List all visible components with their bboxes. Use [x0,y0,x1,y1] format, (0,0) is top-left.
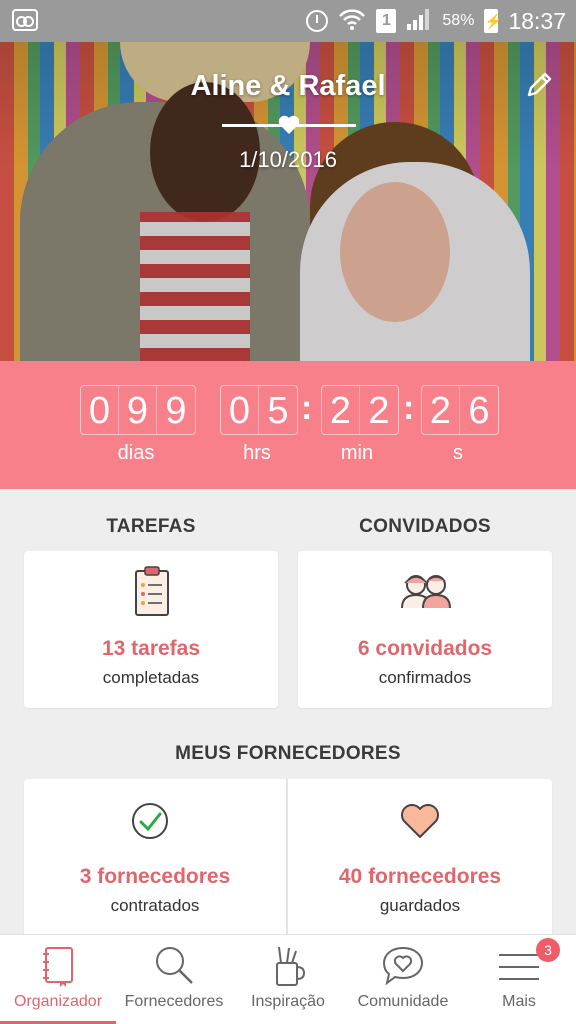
guests-title: CONVIDADOS [359,516,491,537]
pencil-icon[interactable] [524,70,554,100]
battery-percent: 58% [442,12,475,29]
wedding-date: 1/10/2016 [239,147,337,172]
vendors-title: MEUS FORNECEDORES [175,743,401,764]
minutes-label: min [340,442,374,464]
tasks-sub: completadas [102,668,200,687]
nav-label: Comunidade [357,993,449,1010]
signal-icon [406,8,432,35]
countdown: 0 9 9 0 5 : 2 2 : 2 6 [0,361,576,489]
countdown-days: 0 9 9 [80,385,196,435]
cup-icon [266,943,310,987]
hired-vendors-sub: contratados [110,896,200,915]
bottom-nav: Organizador Fornecedores Inspiração Comu… [0,934,576,1024]
countdown-hours: 0 5 [220,385,298,435]
alarm-icon [306,10,329,32]
countdown-minutes: 2 2 [321,385,399,435]
colon: : [301,389,313,427]
hired-vendors[interactable]: 3 fornecedores contratados [24,779,286,935]
saved-vendors[interactable]: 40 fornecedores guardados [288,779,552,935]
tasks-title: TAREFAS [106,516,196,537]
sim-icon: 1 [376,9,397,33]
hired-vendors-count: 3 fornecedores [79,865,231,888]
heart-icon [277,113,301,137]
guests-count: 6 convidados [357,637,493,660]
nav-inspiracao[interactable]: Inspiração [232,935,344,1024]
saved-vendors-count: 40 fornecedores [338,865,502,888]
status-icons: 1 58% ⚡ 18:37 [306,0,566,42]
battery-charging-icon: ⚡ [484,9,502,33]
nav-organizador[interactable]: Organizador [0,935,116,1024]
colon: : [403,389,415,427]
chat-heart-icon [381,943,425,987]
check-circle-icon [130,801,170,841]
notebook-icon [36,943,80,987]
heart-icon [400,803,440,839]
guests-sub: confirmados [378,668,472,687]
couple-name: Aline & Rafael [190,70,386,102]
voicemail-icon [12,9,38,31]
nav-label: Mais [502,993,536,1010]
saved-vendors-sub: guardados [379,896,461,915]
tasks-count: 13 tarefas [101,637,201,660]
seconds-label: s [453,442,463,464]
wifi-icon [338,7,366,36]
nav-comunidade[interactable]: Comunidade [344,935,462,1024]
nav-label: Fornecedores [124,993,224,1010]
search-icon [152,943,196,987]
hours-label: hrs [243,442,271,464]
clock: 18:37 [508,7,566,34]
days-label: dias [117,442,155,464]
clipboard-icon [133,565,171,617]
menu-icon [497,943,541,987]
countdown-seconds: 2 6 [421,385,499,435]
status-bar: 1 58% ⚡ 18:37 [0,0,576,42]
notification-badge: 3 [536,938,560,962]
guests-icon [399,573,453,609]
nav-label: Inspiração [251,993,325,1010]
guests-card[interactable]: 6 convidados confirmados [298,551,552,708]
nav-label: Organizador [13,993,103,1010]
nav-fornecedores[interactable]: Fornecedores [116,935,232,1024]
tasks-card[interactable]: 13 tarefas completadas [24,551,278,708]
